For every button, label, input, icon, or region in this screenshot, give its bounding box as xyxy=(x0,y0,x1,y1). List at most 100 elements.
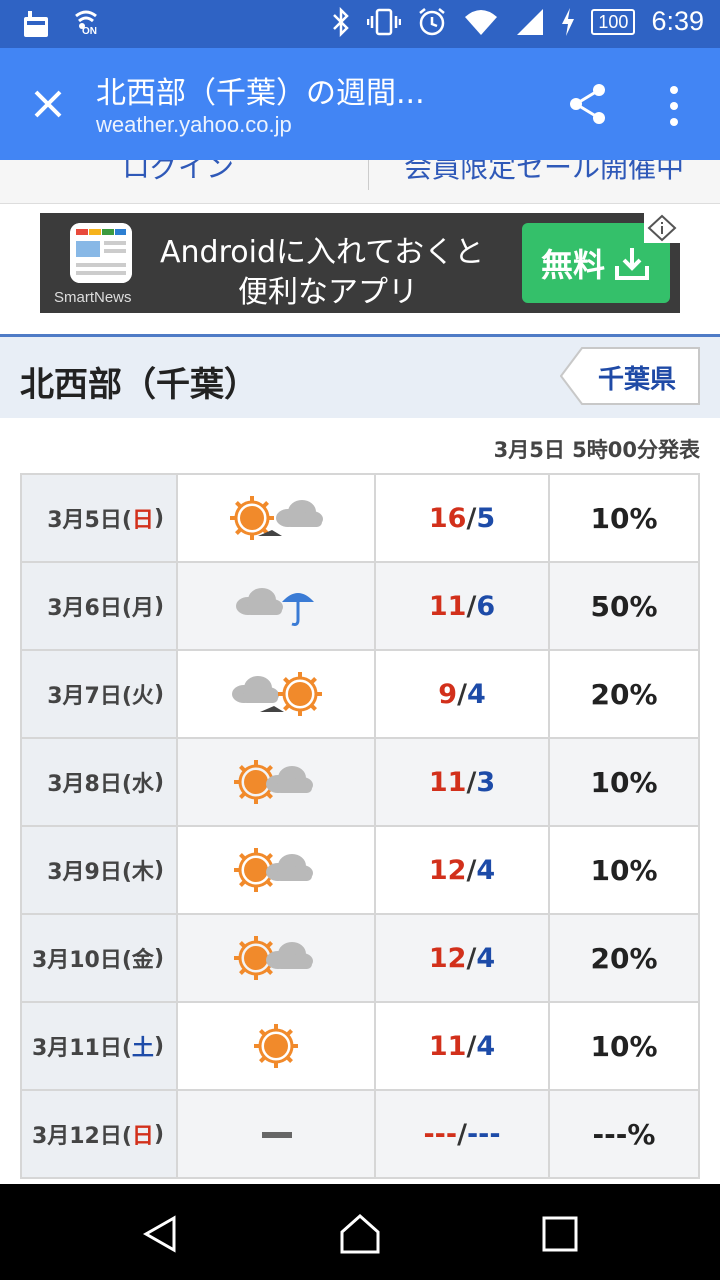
clock: 6:39 xyxy=(651,6,704,36)
temperature: 12/4 xyxy=(374,827,548,913)
high-temp: 11 xyxy=(428,1030,467,1062)
temperature: 11/6 xyxy=(374,563,548,649)
date-close: ) xyxy=(153,681,164,707)
temperature: 11/4 xyxy=(374,1003,548,1089)
forecast-date: 3月10日(金) xyxy=(20,915,176,1001)
browser-toolbar: 北西部（千葉）の週間... weather.yahoo.co.jp xyxy=(0,48,720,160)
home-icon[interactable] xyxy=(338,1212,382,1256)
date-close: ) xyxy=(153,857,164,883)
divider xyxy=(368,160,369,190)
high-temp: --- xyxy=(423,1118,458,1150)
forecast-date: 3月9日(木) xyxy=(20,827,176,913)
forecast-row: 3月9日(木) 12/4 10% xyxy=(20,827,700,915)
prefecture-button[interactable]: 千葉県 xyxy=(560,347,700,405)
forecast-row: 3月5日(日) 16/5 10% xyxy=(20,475,700,563)
overflow-menu-icon[interactable] xyxy=(664,84,684,128)
date-text: 3月9日( xyxy=(47,860,132,885)
notification-icon xyxy=(24,11,48,37)
temperature: 9/4 xyxy=(374,651,548,737)
precipitation-chance: 10% xyxy=(548,739,700,825)
signal-icon xyxy=(517,8,544,35)
temp-separator: / xyxy=(457,1118,467,1150)
high-temp: 9 xyxy=(438,678,458,710)
date-text: 3月8日( xyxy=(47,772,132,797)
precipitation-chance: 10% xyxy=(548,1003,700,1089)
sun-with-cloud-icon xyxy=(176,827,374,913)
nfc-label: ON xyxy=(82,26,97,37)
high-temp: 11 xyxy=(428,766,467,798)
forecast-date: 3月6日(月) xyxy=(20,563,176,649)
date-text: 3月7日( xyxy=(47,684,132,709)
date-close: ) xyxy=(153,945,164,971)
close-icon[interactable] xyxy=(30,86,66,122)
weekday-text: 月 xyxy=(131,596,154,621)
date-text: 3月11日( xyxy=(31,1036,132,1061)
temperature: 16/5 xyxy=(374,475,548,561)
page-title: 北西部（千葉）の週間... xyxy=(96,76,425,111)
cloud-with-rain-icon xyxy=(176,563,374,649)
date-close: ) xyxy=(153,1033,164,1059)
forecast-row: 3月8日(水) 11/3 10% xyxy=(20,739,700,827)
low-temp: --- xyxy=(466,1118,501,1150)
date-close: ) xyxy=(153,1121,164,1147)
no-data-icon xyxy=(176,1091,374,1177)
announcement-time: 3月5日 5時00分発表 xyxy=(493,438,700,462)
sun-with-cloud-icon xyxy=(176,739,374,825)
status-bar: ON 100 6:39 xyxy=(0,0,720,48)
date-close: ) xyxy=(153,769,164,795)
wifi-icon xyxy=(465,9,498,35)
precipitation-chance: 20% xyxy=(548,651,700,737)
back-icon[interactable] xyxy=(140,1214,180,1254)
temperature: --- / --- xyxy=(374,1091,548,1177)
page-url: weather.yahoo.co.jp xyxy=(96,112,292,137)
weekday-text: 土 xyxy=(131,1036,154,1061)
prefecture-label: 千葉県 xyxy=(598,365,677,395)
date-text: 3月10日( xyxy=(31,948,132,973)
ad-text-line1: Androidに入れておくと xyxy=(160,235,485,270)
temp-separator: / xyxy=(466,942,477,974)
weekday-text: 木 xyxy=(131,860,154,885)
share-icon[interactable] xyxy=(568,82,608,126)
date-text: 3月12日( xyxy=(31,1124,132,1149)
ad-brand: SmartNews xyxy=(54,289,132,306)
bluetooth-icon xyxy=(333,6,350,37)
high-temp: 11 xyxy=(428,590,467,622)
charging-icon xyxy=(562,7,575,36)
date-close: ) xyxy=(153,505,164,531)
temp-separator: / xyxy=(466,854,477,886)
ad-info-icon[interactable] xyxy=(644,213,680,243)
member-links-bar: ログイン 会員限定セール開催中 xyxy=(0,160,720,204)
battery-indicator: 100 xyxy=(591,8,636,35)
ad-banner[interactable]: SmartNews Androidに入れておくと 便利なアプリ 無料 xyxy=(40,213,680,313)
forecast-date: 3月5日(日) xyxy=(20,475,176,561)
forecast-date: 3月12日(日) xyxy=(20,1091,176,1177)
weekday-text: 水 xyxy=(131,772,154,797)
precipitation-chance: ---% xyxy=(548,1091,700,1177)
low-temp: 4 xyxy=(466,678,486,710)
high-temp: 12 xyxy=(428,854,467,886)
sale-link[interactable]: 会員限定セール開催中 xyxy=(404,160,684,186)
sun-icon xyxy=(176,1003,374,1089)
temp-separator: / xyxy=(466,766,477,798)
ad-button-label: 無料 xyxy=(540,246,605,284)
smartnews-logo-icon xyxy=(70,223,132,283)
alarm-icon xyxy=(419,7,446,35)
low-temp: 3 xyxy=(476,766,496,798)
recents-icon[interactable] xyxy=(542,1216,578,1252)
temperature: 12/4 xyxy=(374,915,548,1001)
low-temp: 4 xyxy=(476,942,496,974)
login-link[interactable]: ログイン xyxy=(122,160,234,186)
forecast-row: 3月6日(月) 11/6 50% xyxy=(20,563,700,651)
date-text: 3月6日( xyxy=(47,596,132,621)
date-text: 3月5日( xyxy=(47,508,132,533)
ad-text-line2: 便利なアプリ xyxy=(238,275,418,310)
weekly-forecast-table: 3月5日(日) 16/5 10% 3月6日(月) 11/6 50% 3月7日(火… xyxy=(20,473,700,1179)
weekday-text: 金 xyxy=(131,948,154,973)
temp-separator: / xyxy=(457,678,467,710)
high-temp: 12 xyxy=(428,942,467,974)
forecast-row: 3月12日(日) --- / --- ---% xyxy=(20,1091,700,1179)
temp-separator: / xyxy=(466,590,477,622)
download-icon xyxy=(615,248,649,280)
forecast-date: 3月8日(水) xyxy=(20,739,176,825)
forecast-row: 3月7日(火) 9/4 20% xyxy=(20,651,700,739)
